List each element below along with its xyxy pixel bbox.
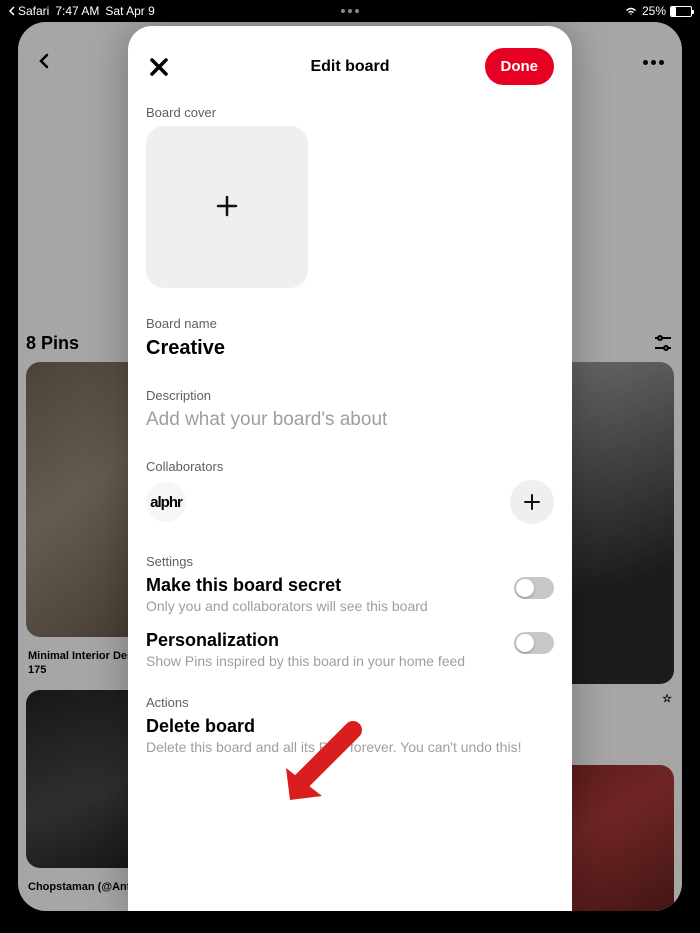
edit-board-modal: Edit board Done Board cover Board name C… <box>128 26 572 911</box>
board-cover-add[interactable] <box>146 126 308 288</box>
collaborators-label: Collaborators <box>146 459 554 474</box>
secret-toggle[interactable] <box>514 577 554 599</box>
close-button[interactable] <box>146 54 172 80</box>
description-label: Description <box>146 388 554 403</box>
delete-board-title: Delete board <box>146 716 554 737</box>
back-to-app[interactable]: Safari <box>8 4 49 18</box>
plus-icon <box>215 189 239 226</box>
wifi-icon <box>624 6 638 16</box>
delete-board-action[interactable]: Delete board Delete this board and all i… <box>146 716 554 755</box>
board-name-input[interactable]: Creative <box>146 337 554 360</box>
settings-label: Settings <box>146 554 554 569</box>
board-name-label: Board name <box>146 316 554 331</box>
add-collaborator-button[interactable] <box>510 480 554 524</box>
modal-title: Edit board <box>310 58 389 76</box>
status-bar: Safari 7:47 AM Sat Apr 9 25% <box>0 0 700 22</box>
battery-percent: 25% <box>642 4 666 18</box>
personalization-title: Personalization <box>146 630 504 651</box>
done-button[interactable]: Done <box>485 48 555 85</box>
status-date: Sat Apr 9 <box>105 4 154 18</box>
personalization-toggle[interactable] <box>514 632 554 654</box>
actions-label: Actions <box>146 695 554 710</box>
delete-board-subtitle: Delete this board and all its Pins forev… <box>146 739 554 755</box>
battery-icon <box>670 6 692 17</box>
board-cover-label: Board cover <box>146 105 554 120</box>
personalization-subtitle: Show Pins inspired by this board in your… <box>146 653 504 669</box>
secret-board-subtitle: Only you and collaborators will see this… <box>146 598 504 614</box>
secret-board-title: Make this board secret <box>146 575 504 596</box>
description-input[interactable]: Add what your board's about <box>146 409 554 431</box>
status-time: 7:47 AM <box>55 4 99 18</box>
collaborator-avatar[interactable]: alphr <box>146 482 186 522</box>
multitask-dots[interactable] <box>341 9 359 13</box>
